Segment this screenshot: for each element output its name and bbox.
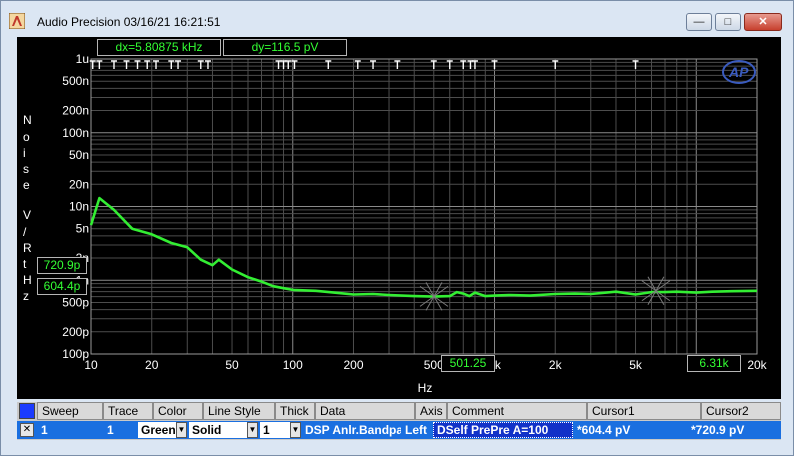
y-tick-label: 5n bbox=[76, 222, 89, 236]
cursor-marker[interactable] bbox=[641, 276, 671, 305]
cell-cursor1[interactable]: *604.4 pV bbox=[573, 421, 687, 439]
thick-select[interactable]: 1 bbox=[260, 422, 290, 438]
y-tick-label: 500p bbox=[62, 295, 89, 309]
y-axis-label-letter: H bbox=[23, 273, 32, 287]
y-tick-label: 20n bbox=[69, 177, 89, 191]
cell-sweep[interactable]: 1 bbox=[37, 421, 103, 439]
header-color[interactable]: Color bbox=[153, 402, 203, 420]
x-tick-labels: 1020501002005001k2k5k10k20k bbox=[84, 358, 767, 372]
x-tick-label: 20k bbox=[747, 358, 767, 372]
y-axis-label-letter: V bbox=[23, 208, 32, 222]
header-line-style[interactable]: Line Style bbox=[203, 402, 275, 420]
trace-group bbox=[89, 196, 758, 298]
x-tick-label: 100 bbox=[283, 358, 303, 372]
x-tick-label: 200 bbox=[343, 358, 363, 372]
close-button[interactable]: ✕ bbox=[744, 13, 782, 31]
maximize-icon: □ bbox=[724, 16, 732, 28]
color-select[interactable]: Green bbox=[138, 422, 176, 438]
header-trace[interactable]: Trace bbox=[103, 402, 153, 420]
y-axis-label-letter: R bbox=[23, 241, 32, 255]
header-comment[interactable]: Comment bbox=[447, 402, 587, 420]
close-icon: ✕ bbox=[758, 16, 768, 28]
cursor1-x-readout: 501.25 bbox=[441, 355, 495, 372]
y-tick-label: 1u bbox=[76, 52, 89, 66]
chart-grid bbox=[90, 58, 758, 355]
y-tick-label: 100n bbox=[62, 126, 89, 140]
y-axis-label-letter: N bbox=[23, 113, 32, 127]
x-tick-label: 10 bbox=[84, 358, 98, 372]
x-axis-label: Hz bbox=[418, 381, 433, 395]
trace-table[interactable]: Sweep Trace Color Line Style Thick Data … bbox=[17, 402, 781, 440]
cell-cursor2[interactable]: *720.9 pV bbox=[687, 421, 781, 439]
header-axis[interactable]: Axis bbox=[415, 402, 447, 420]
line-style-dropdown-icon[interactable]: ▼ bbox=[247, 422, 258, 438]
cell-data[interactable]: DSP Anlr.Bandpa bbox=[301, 421, 401, 439]
dy-readout: dy=116.5 pV bbox=[223, 39, 347, 56]
y-axis-label-letter: s bbox=[23, 162, 29, 176]
y-axis-label-letter: e bbox=[23, 178, 30, 192]
y-tick-label: 50n bbox=[69, 148, 89, 162]
y-tick-label: 500n bbox=[62, 74, 89, 88]
svg-text:AP: AP bbox=[728, 64, 749, 80]
y-axis-label-letter: t bbox=[23, 257, 27, 271]
y-axis-label-letter: z bbox=[23, 289, 29, 303]
thick-dropdown-icon[interactable]: ▼ bbox=[290, 422, 301, 438]
ap-logo-icon: AP bbox=[722, 60, 756, 84]
title-bar[interactable]: Audio Precision 03/16/21 16:21:51 — □ ✕ bbox=[1, 1, 793, 37]
cursor2-x-readout: 6.31k bbox=[687, 355, 741, 372]
cursor2-y-readout: 720.9p bbox=[37, 257, 87, 274]
y-axis-label-letter: i bbox=[23, 146, 26, 160]
y-axis-label-letter: o bbox=[23, 130, 30, 144]
header-thick[interactable]: Thick bbox=[275, 402, 315, 420]
x-tick-label: 5k bbox=[629, 358, 643, 372]
x-tick-label: 50 bbox=[225, 358, 239, 372]
y-tick-label: 200n bbox=[62, 104, 89, 118]
row-enable-checkbox[interactable]: ✕ bbox=[20, 423, 34, 437]
audio-precision-logo-icon bbox=[9, 13, 25, 29]
header-sweep[interactable]: Sweep bbox=[37, 402, 103, 420]
y-tick-label: 200p bbox=[62, 325, 89, 339]
header-cursor1[interactable]: Cursor1 bbox=[587, 402, 701, 420]
line-style-select[interactable]: Solid bbox=[189, 422, 247, 438]
color-swatch[interactable] bbox=[19, 403, 35, 419]
y-tick-labels: 1u500n200n100n50n20n10n5n2n1n500p200p100… bbox=[62, 52, 89, 361]
y-axis-label-letter: / bbox=[23, 225, 27, 239]
x-tick-label: 20 bbox=[145, 358, 159, 372]
minimize-icon: — bbox=[693, 16, 705, 28]
app-window: Audio Precision 03/16/21 16:21:51 — □ ✕ … bbox=[0, 0, 794, 456]
cell-axis[interactable]: Left bbox=[401, 421, 433, 439]
noise-trace bbox=[89, 196, 758, 298]
trace-row[interactable]: ✕ 1 1 Green ▼ Solid ▼ 1 ▼ DSP Anlr.Bandp… bbox=[17, 421, 781, 439]
window-title: Audio Precision 03/16/21 16:21:51 bbox=[37, 15, 221, 29]
cursor1-y-readout: 604.4p bbox=[37, 278, 87, 295]
maximize-button[interactable]: □ bbox=[715, 13, 741, 31]
minimize-button[interactable]: — bbox=[686, 13, 712, 31]
noise-spectrum-chart[interactable]: 1u500n200n100n50n20n10n5n2n1n500p200p100… bbox=[17, 37, 781, 399]
x-tick-label: 2k bbox=[549, 358, 563, 372]
y-tick-label: 10n bbox=[69, 200, 89, 214]
comment-field[interactable]: DSelf PrePre A=100 bbox=[433, 422, 573, 438]
graph-panel[interactable]: 1u500n200n100n50n20n10n5n2n1n500p200p100… bbox=[17, 37, 781, 399]
dx-readout: dx=5.80875 kHz bbox=[97, 39, 221, 56]
header-cursor2[interactable]: Cursor2 bbox=[701, 402, 781, 420]
header-data[interactable]: Data bbox=[315, 402, 415, 420]
color-dropdown-icon[interactable]: ▼ bbox=[176, 422, 187, 438]
